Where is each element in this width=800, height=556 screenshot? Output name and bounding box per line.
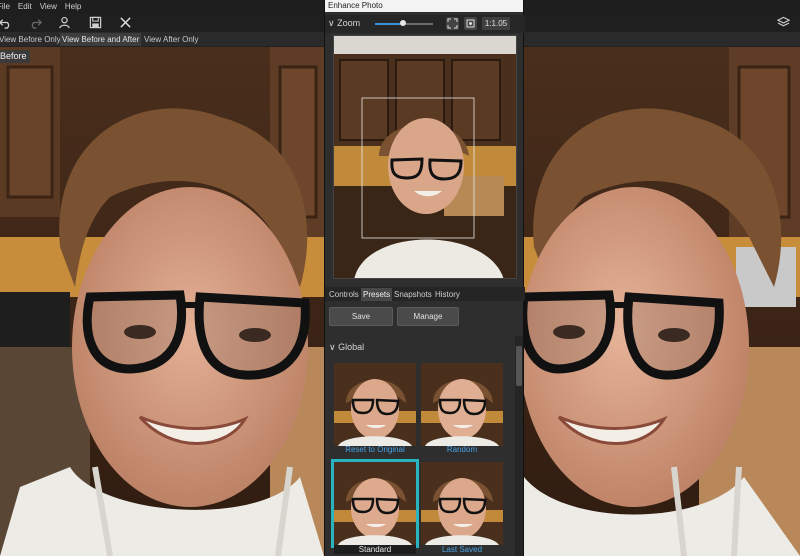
section-global-header[interactable]: ∨ Global	[329, 342, 364, 353]
before-photo-pane[interactable]	[0, 47, 324, 556]
layers-icon[interactable]	[774, 14, 792, 31]
preset-thumb-last-saved[interactable]	[421, 462, 503, 545]
enhance-photo-dialog: Enhance Photo ∨ Zoom 1:1.05 Controls Pre…	[324, 0, 525, 556]
redo-icon[interactable]	[26, 14, 44, 31]
presets-scrollbar[interactable]	[515, 336, 523, 556]
tab-history[interactable]: History	[433, 288, 462, 301]
tab-controls[interactable]: Controls	[327, 288, 361, 301]
tab-snapshots[interactable]: Snapshots	[392, 288, 434, 301]
fit-icon[interactable]	[446, 17, 459, 30]
preset-thumb-random[interactable]	[421, 363, 503, 446]
save-button[interactable]: Save	[329, 307, 393, 326]
zoom-label[interactable]: ∨ Zoom	[328, 18, 360, 29]
zoom-value[interactable]: 1:1.05	[482, 17, 510, 30]
section-global-label: Global	[338, 342, 365, 352]
preset-thumb-reset[interactable]	[334, 363, 416, 446]
view-before-after-button[interactable]: View Before and After	[60, 33, 142, 46]
preset-label-reset[interactable]: Reset to Original	[334, 445, 416, 454]
menu-help[interactable]: Help	[65, 0, 81, 13]
after-photo-pane[interactable]	[524, 47, 800, 556]
save-icon[interactable]	[86, 14, 104, 31]
dialog-title: Enhance Photo	[325, 0, 523, 12]
person-icon[interactable]	[55, 14, 73, 31]
menu-edit[interactable]: Edit	[18, 0, 32, 13]
zoom-slider-fill	[375, 23, 403, 25]
chevron-down-icon: ∨	[328, 18, 335, 28]
view-after-only-button[interactable]: View After Only	[142, 33, 201, 46]
zoom-label-text: Zoom	[337, 18, 361, 28]
view-before-only-button[interactable]: View Before Only	[0, 33, 63, 46]
undo-icon[interactable]	[0, 14, 14, 31]
preset-label-standard[interactable]: Standard	[334, 545, 416, 554]
preset-label-last-saved[interactable]: Last Saved	[421, 545, 503, 554]
zoom-row: ∨ Zoom 1:1.05	[325, 15, 525, 33]
before-label: Before	[0, 50, 30, 63]
zoom-slider[interactable]	[375, 20, 433, 26]
preset-label-random[interactable]: Random	[421, 445, 503, 454]
menu-file[interactable]: File	[0, 0, 10, 13]
close-icon[interactable]	[116, 14, 134, 31]
manage-button[interactable]: Manage	[397, 307, 459, 326]
menu-view[interactable]: View	[40, 0, 57, 13]
zoom-slider-thumb[interactable]	[399, 20, 406, 26]
chevron-down-icon: ∨	[329, 342, 336, 352]
scrollbar-thumb[interactable]	[516, 346, 522, 386]
dialog-tabs: Controls Presets Snapshots History	[325, 287, 525, 301]
navigator-preview[interactable]	[333, 35, 517, 279]
preset-thumb-standard[interactable]	[331, 459, 419, 548]
actual-size-icon[interactable]	[464, 17, 477, 30]
tab-presets[interactable]: Presets	[361, 288, 393, 301]
